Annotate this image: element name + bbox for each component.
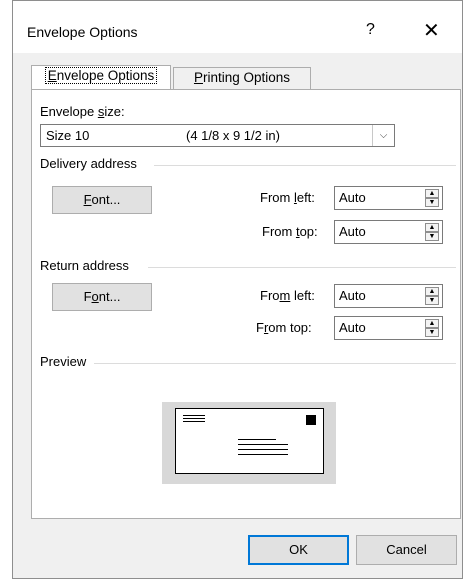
preview-address-line — [238, 439, 276, 440]
delivery-font-button[interactable]: Font... — [52, 186, 152, 214]
spin-down-icon[interactable]: ▼ — [425, 232, 439, 241]
return-from-left-spinner[interactable]: Auto ▲ ▼ — [334, 284, 443, 308]
delivery-from-left-label: From left: — [260, 190, 315, 205]
preview-address-line — [238, 449, 288, 450]
return-from-left-label: From left: — [260, 288, 315, 303]
preview-group-label: Preview — [40, 354, 87, 369]
envelope-options-dialog: Envelope Options ? ✕ Envelope Options Pr… — [12, 0, 463, 579]
delivery-from-top-spinner[interactable]: Auto ▲ ▼ — [334, 220, 443, 244]
preview-divider — [94, 363, 456, 364]
chevron-down-icon[interactable]: ⌵ — [372, 125, 394, 146]
return-from-top-spinner[interactable]: Auto ▲ ▼ — [334, 316, 443, 340]
return-from-left-value: Auto — [339, 288, 366, 303]
preview-return-line — [183, 418, 205, 419]
delivery-from-top-label: From top: — [262, 224, 318, 239]
preview-return-line — [183, 415, 205, 416]
spin-up-icon[interactable]: ▲ — [425, 319, 439, 328]
preview-address-line — [238, 454, 288, 455]
cancel-button[interactable]: Cancel — [356, 535, 457, 565]
delivery-from-left-spinner[interactable]: Auto ▲ ▼ — [334, 186, 443, 210]
spin-down-icon[interactable]: ▼ — [425, 328, 439, 337]
title-bar: Envelope Options ? ✕ — [13, 1, 462, 53]
preview-address-line — [238, 444, 288, 445]
delivery-address-divider — [154, 165, 456, 166]
tab-printing-options-label: Printing Options — [193, 70, 291, 85]
dialog-title: Envelope Options — [27, 24, 138, 40]
return-address-group-label: Return address — [40, 258, 129, 273]
return-from-top-value: Auto — [339, 320, 366, 335]
spin-down-icon[interactable]: ▼ — [425, 198, 439, 207]
return-from-top-label: From top: — [256, 320, 312, 335]
tab-printing-options[interactable]: Printing Options — [173, 67, 311, 89]
delivery-address-group-label: Delivery address — [40, 156, 137, 171]
ok-button[interactable]: OK — [248, 535, 349, 565]
envelope-size-label: Envelope size: — [40, 104, 125, 119]
help-button[interactable]: ? — [366, 21, 375, 39]
tab-envelope-options[interactable]: Envelope Options — [31, 65, 171, 89]
envelope-size-dims: (4 1/8 x 9 1/2 in) — [186, 128, 280, 143]
preview-stamp — [306, 415, 316, 425]
spin-up-icon[interactable]: ▲ — [425, 287, 439, 296]
return-font-button[interactable]: Font... — [52, 283, 152, 311]
spin-up-icon[interactable]: ▲ — [425, 189, 439, 198]
envelope-size-name: Size 10 — [46, 128, 90, 143]
spin-up-icon[interactable]: ▲ — [425, 223, 439, 232]
return-address-divider — [148, 267, 456, 268]
envelope-preview — [175, 408, 324, 474]
delivery-from-top-value: Auto — [339, 224, 366, 239]
delivery-from-left-value: Auto — [339, 190, 366, 205]
tab-panel: Envelope size: Size 10 (4 1/8 x 9 1/2 in… — [31, 89, 461, 519]
preview-return-line — [183, 421, 205, 422]
tab-envelope-options-label: Envelope Options — [44, 67, 158, 84]
spin-down-icon[interactable]: ▼ — [425, 296, 439, 305]
close-button[interactable]: ✕ — [423, 18, 440, 43]
envelope-size-select[interactable]: Size 10 (4 1/8 x 9 1/2 in) ⌵ — [40, 124, 395, 147]
